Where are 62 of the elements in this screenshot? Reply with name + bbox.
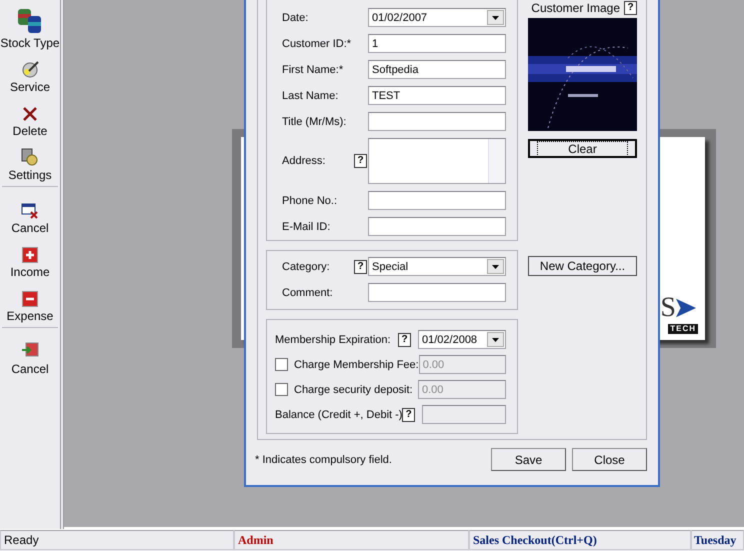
toolbar-button[interactable]: Cancel [11,332,49,376]
help-icon[interactable]: ? [398,332,411,346]
input-field[interactable]: Softpedia [368,60,506,79]
balance-field[interactable] [422,405,506,424]
help-icon[interactable]: ? [624,1,637,15]
toolbar-button[interactable]: Cancel [11,191,49,235]
input-field[interactable]: 1 [368,34,506,53]
field-label: Phone No.: [282,194,338,206]
scrollbar[interactable] [488,139,505,183]
field-label: Title (Mr/Ms): [282,116,348,128]
status-text: Ready [0,530,234,550]
plus-icon [22,247,38,263]
help-icon[interactable]: ? [402,408,415,422]
help-icon[interactable]: ? [354,260,367,274]
dialog-button[interactable]: Save [491,448,566,471]
settings-icon [20,148,39,166]
toolbar-button[interactable]: Delete [12,94,48,138]
field-label: Address: [282,155,326,167]
cancel-icon [20,203,39,219]
input-field[interactable] [368,217,506,236]
field-label: Date: [282,12,310,24]
toolbar-button[interactable]: Income [10,235,50,279]
field-label: Last Name: [282,90,340,102]
triangle-icon [676,298,696,318]
minus-icon [22,291,38,307]
input-field[interactable] [368,191,506,210]
status-text: Tuesday [691,530,744,550]
address-field[interactable] [368,138,506,184]
date-dropdown[interactable]: 01/02/2008 [418,330,506,349]
field-label: Balance (Credit +, Debit -) [275,408,402,420]
field-label: Charge security deposit: [294,384,413,396]
toolbar-button[interactable]: Settings [8,138,52,182]
barrels-icon [16,8,44,34]
toolbar-button[interactable]: Stock Type [0,6,60,50]
compulsory-note: * Indicates compulsory field. [255,454,392,466]
logo-letter: S [660,294,676,322]
field-label: Charge Membership Fee: [294,358,419,370]
logo-tagline: TECH [668,324,698,334]
checkbox[interactable] [275,383,288,396]
field-label: Category: [282,260,331,272]
toolbar-button[interactable]: Expense [6,279,54,323]
category-dropdown[interactable]: Special [368,257,506,276]
wand-icon [20,60,40,78]
input-field[interactable] [368,112,506,131]
dialog-button[interactable]: Close [572,448,647,471]
delete-icon [22,106,38,122]
field-label: Membership Expiration: [275,334,391,346]
image-label: Customer Image [531,1,620,15]
field-label: First Name:* [282,64,344,76]
checkbox[interactable] [275,358,288,371]
field-label: E-Mail ID: [282,220,332,232]
new-category-button[interactable]: New Category... [528,256,637,276]
clear-button[interactable]: Clear [528,139,637,158]
field-label: Comment: [282,286,334,298]
status-text: Sales Checkout(Ctrl+Q) [469,530,691,550]
status-text: Admin [234,530,469,550]
date-dropdown[interactable]: 01/02/2007 [368,8,506,27]
toolbar-button[interactable]: Service [10,50,50,94]
help-icon[interactable]: ? [354,154,367,168]
input-field[interactable] [368,283,506,302]
input-field[interactable]: TEST [368,86,506,105]
field-label: Customer ID:* [282,38,352,50]
